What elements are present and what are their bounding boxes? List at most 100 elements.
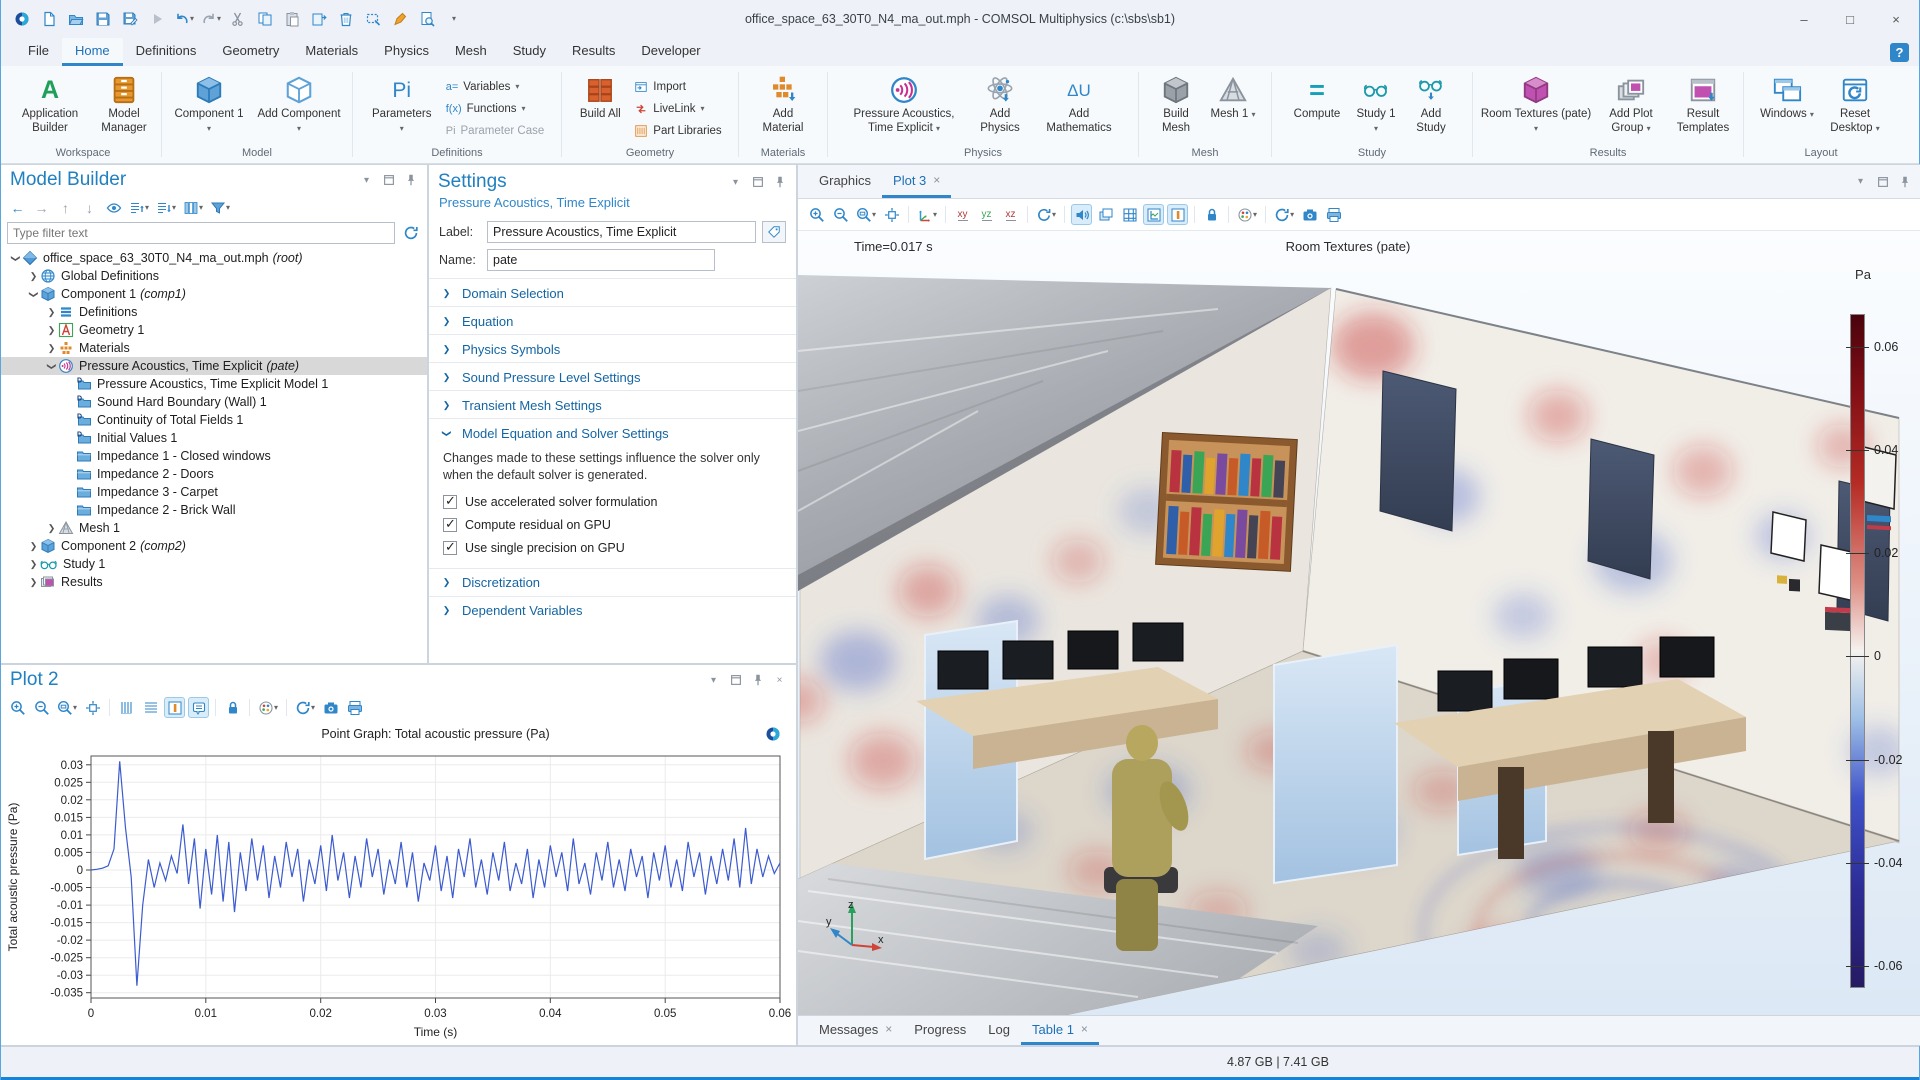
panel-menu-button[interactable]: ▾ bbox=[728, 175, 743, 190]
tree-item-results[interactable]: ❯ Results bbox=[1, 573, 427, 591]
view-xy-button[interactable]: xy bbox=[952, 204, 973, 225]
view-xz-button[interactable]: xz bbox=[1000, 204, 1021, 225]
menu-materials[interactable]: Materials bbox=[292, 38, 371, 66]
tree-item-initial-values[interactable]: Initial Values 1 bbox=[1, 429, 427, 447]
single-precision-checkbox-row[interactable]: Use single precision on GPU bbox=[443, 537, 782, 560]
show-label-button[interactable] bbox=[762, 221, 786, 243]
move-down-button[interactable]: ↓ bbox=[79, 197, 100, 218]
pin-panel-button[interactable] bbox=[1897, 174, 1912, 189]
import-button[interactable]: Import bbox=[631, 78, 724, 96]
room-textures-button[interactable]: Room Textures (pate) ▾ bbox=[1477, 71, 1595, 137]
lock-view-button[interactable] bbox=[1201, 204, 1222, 225]
zoom-extents-button[interactable] bbox=[82, 697, 103, 718]
comsol-plot-logo-icon[interactable] bbox=[765, 726, 783, 744]
close-button[interactable]: × bbox=[1873, 0, 1919, 38]
accelerated-solver-checkbox-row[interactable]: Use accelerated solver formulation bbox=[443, 491, 782, 514]
tab-plot-3[interactable]: Plot 3 × bbox=[882, 165, 952, 198]
menu-developer[interactable]: Developer bbox=[628, 38, 713, 66]
pin-panel-button[interactable] bbox=[403, 173, 418, 188]
view-yz-button[interactable]: yz bbox=[976, 204, 997, 225]
paste-button[interactable] bbox=[279, 6, 305, 32]
model-manager-button[interactable]: Model Manager bbox=[92, 71, 156, 137]
close-tab-icon[interactable]: × bbox=[933, 173, 940, 187]
section-discretization[interactable]: ❯ Discretization bbox=[429, 567, 796, 597]
section-model-equation-solver[interactable]: ❯ Model Equation and Solver Settings bbox=[429, 418, 796, 447]
maximize-button[interactable]: □ bbox=[1827, 0, 1873, 38]
add-mathematics-button[interactable]: ΔU Add Mathematics bbox=[1032, 71, 1126, 137]
label-field[interactable] bbox=[487, 221, 756, 243]
reset-desktop-button[interactable]: Reset Desktop ▾ bbox=[1822, 71, 1888, 137]
checkbox-checked-icon[interactable] bbox=[443, 493, 457, 510]
parameter-case-button[interactable]: Pi Parameter Case bbox=[443, 122, 548, 140]
axis-toggle-button[interactable] bbox=[164, 697, 186, 718]
tree-item-sound-hard-boundary[interactable]: Sound Hard Boundary (Wall) 1 bbox=[1, 393, 427, 411]
tree-item-impedance-3[interactable]: Impedance 3 - Carpet bbox=[1, 483, 427, 501]
add-study-button[interactable]: Add Study bbox=[1404, 71, 1458, 137]
add-component-button[interactable]: Add Component ▾ bbox=[252, 71, 346, 137]
menu-geometry[interactable]: Geometry bbox=[209, 38, 292, 66]
filter-button[interactable]: ▾ bbox=[208, 197, 232, 218]
tree-item-root[interactable]: ❯ office_space_63_30T0_N4_ma_out.mph (root… bbox=[1, 249, 427, 267]
tab-log[interactable]: Log bbox=[977, 1016, 1021, 1045]
menu-file[interactable]: File bbox=[15, 38, 62, 66]
open-file-button[interactable] bbox=[63, 6, 89, 32]
menu-definitions[interactable]: Definitions bbox=[123, 38, 210, 66]
section-physics-symbols[interactable]: ❯ Physics Symbols bbox=[429, 334, 796, 363]
zoom-in-button[interactable] bbox=[806, 204, 827, 225]
tree-item-impedance-1[interactable]: Impedance 1 - Closed windows bbox=[1, 447, 427, 465]
component-1-button[interactable]: Component 1 ▾ bbox=[168, 71, 250, 137]
axis-orientation-button[interactable] bbox=[1167, 204, 1189, 225]
collapse-all-button[interactable]: ▾ bbox=[154, 197, 178, 218]
tree-item-pressure-acoustics[interactable]: ❯ Pressure Acoustics, Time Explicit (pate) bbox=[1, 357, 427, 375]
preview-button[interactable] bbox=[414, 6, 440, 32]
default-view-button[interactable]: ▾ bbox=[915, 204, 939, 225]
tab-graphics[interactable]: Graphics bbox=[808, 165, 882, 198]
zoom-box-button[interactable]: ▾ bbox=[55, 697, 79, 718]
refresh-plot-button[interactable]: ▾ bbox=[1272, 204, 1296, 225]
section-transient-mesh[interactable]: ❯ Transient Mesh Settings bbox=[429, 390, 796, 419]
comsol-logo-icon[interactable] bbox=[9, 6, 35, 32]
tree-item-component-1[interactable]: ❯ Component 1 (comp1) bbox=[1, 285, 427, 303]
show-button[interactable] bbox=[103, 197, 124, 218]
tree-item-definitions[interactable]: ❯ Definitions bbox=[1, 303, 427, 321]
parameters-button[interactable]: Pi Parameters ▾ bbox=[367, 71, 437, 137]
checkbox-checked-icon[interactable] bbox=[443, 516, 457, 533]
vertical-grid-button[interactable] bbox=[116, 697, 137, 718]
sound-toggle-button[interactable] bbox=[1071, 204, 1093, 225]
duplicate-button[interactable] bbox=[306, 6, 332, 32]
add-plot-group-button[interactable]: Add Plot Group ▾ bbox=[1597, 71, 1665, 137]
zoom-box-button[interactable]: ▾ bbox=[854, 204, 878, 225]
forward-button[interactable]: → bbox=[31, 197, 52, 218]
legend-toggle-button[interactable] bbox=[188, 697, 210, 718]
delete-button[interactable] bbox=[333, 6, 359, 32]
functions-button[interactable]: f(x) Functions ▾ bbox=[443, 100, 548, 118]
livelink-button[interactable]: LiveLink ▾ bbox=[631, 100, 724, 118]
pin-panel-button[interactable] bbox=[772, 175, 787, 190]
result-templates-button[interactable]: Result Templates bbox=[1667, 71, 1739, 137]
float-panel-button[interactable] bbox=[728, 673, 743, 688]
tree-item-study-1[interactable]: ❯ Study 1 bbox=[1, 555, 427, 573]
tab-table-1[interactable]: Table 1 × bbox=[1021, 1016, 1099, 1045]
grid-toggle-button[interactable] bbox=[1119, 204, 1140, 225]
tree-item-impedance-2[interactable]: Impedance 2 - Doors bbox=[1, 465, 427, 483]
rotate-view-button[interactable]: ▾ bbox=[1034, 204, 1058, 225]
menu-results[interactable]: Results bbox=[559, 38, 628, 66]
close-panel-button[interactable]: × bbox=[772, 673, 787, 688]
new-file-button[interactable] bbox=[36, 6, 62, 32]
plot-2-chart-area[interactable]: 0 0.01 0.02 0.03 0.04 0.05 0.06 0.03 0.025 0.02 0.… bbox=[1, 720, 795, 1044]
mesh-1-button[interactable]: Mesh 1 ▾ bbox=[1205, 71, 1261, 124]
refresh-filter-button[interactable] bbox=[400, 223, 421, 244]
3d-view[interactable]: Time=0.017 s Room Textures (pate) Pa 0.0… bbox=[798, 231, 1920, 1015]
checkbox-checked-icon[interactable] bbox=[443, 539, 457, 556]
help-button[interactable]: ? bbox=[1890, 42, 1909, 62]
back-button[interactable]: ← bbox=[7, 197, 28, 218]
copy-button[interactable] bbox=[252, 6, 278, 32]
print-button[interactable] bbox=[1323, 204, 1344, 225]
application-builder-button[interactable]: A Application Builder bbox=[10, 71, 90, 137]
panel-menu-button[interactable]: ▾ bbox=[1853, 174, 1868, 189]
add-material-button[interactable]: Add Material bbox=[751, 71, 815, 137]
section-domain-selection[interactable]: ❯ Domain Selection bbox=[429, 278, 796, 307]
zoom-in-button[interactable] bbox=[7, 697, 28, 718]
expand-all-button[interactable]: ▾ bbox=[127, 197, 151, 218]
variables-button[interactable]: a= Variables ▾ bbox=[443, 78, 548, 96]
